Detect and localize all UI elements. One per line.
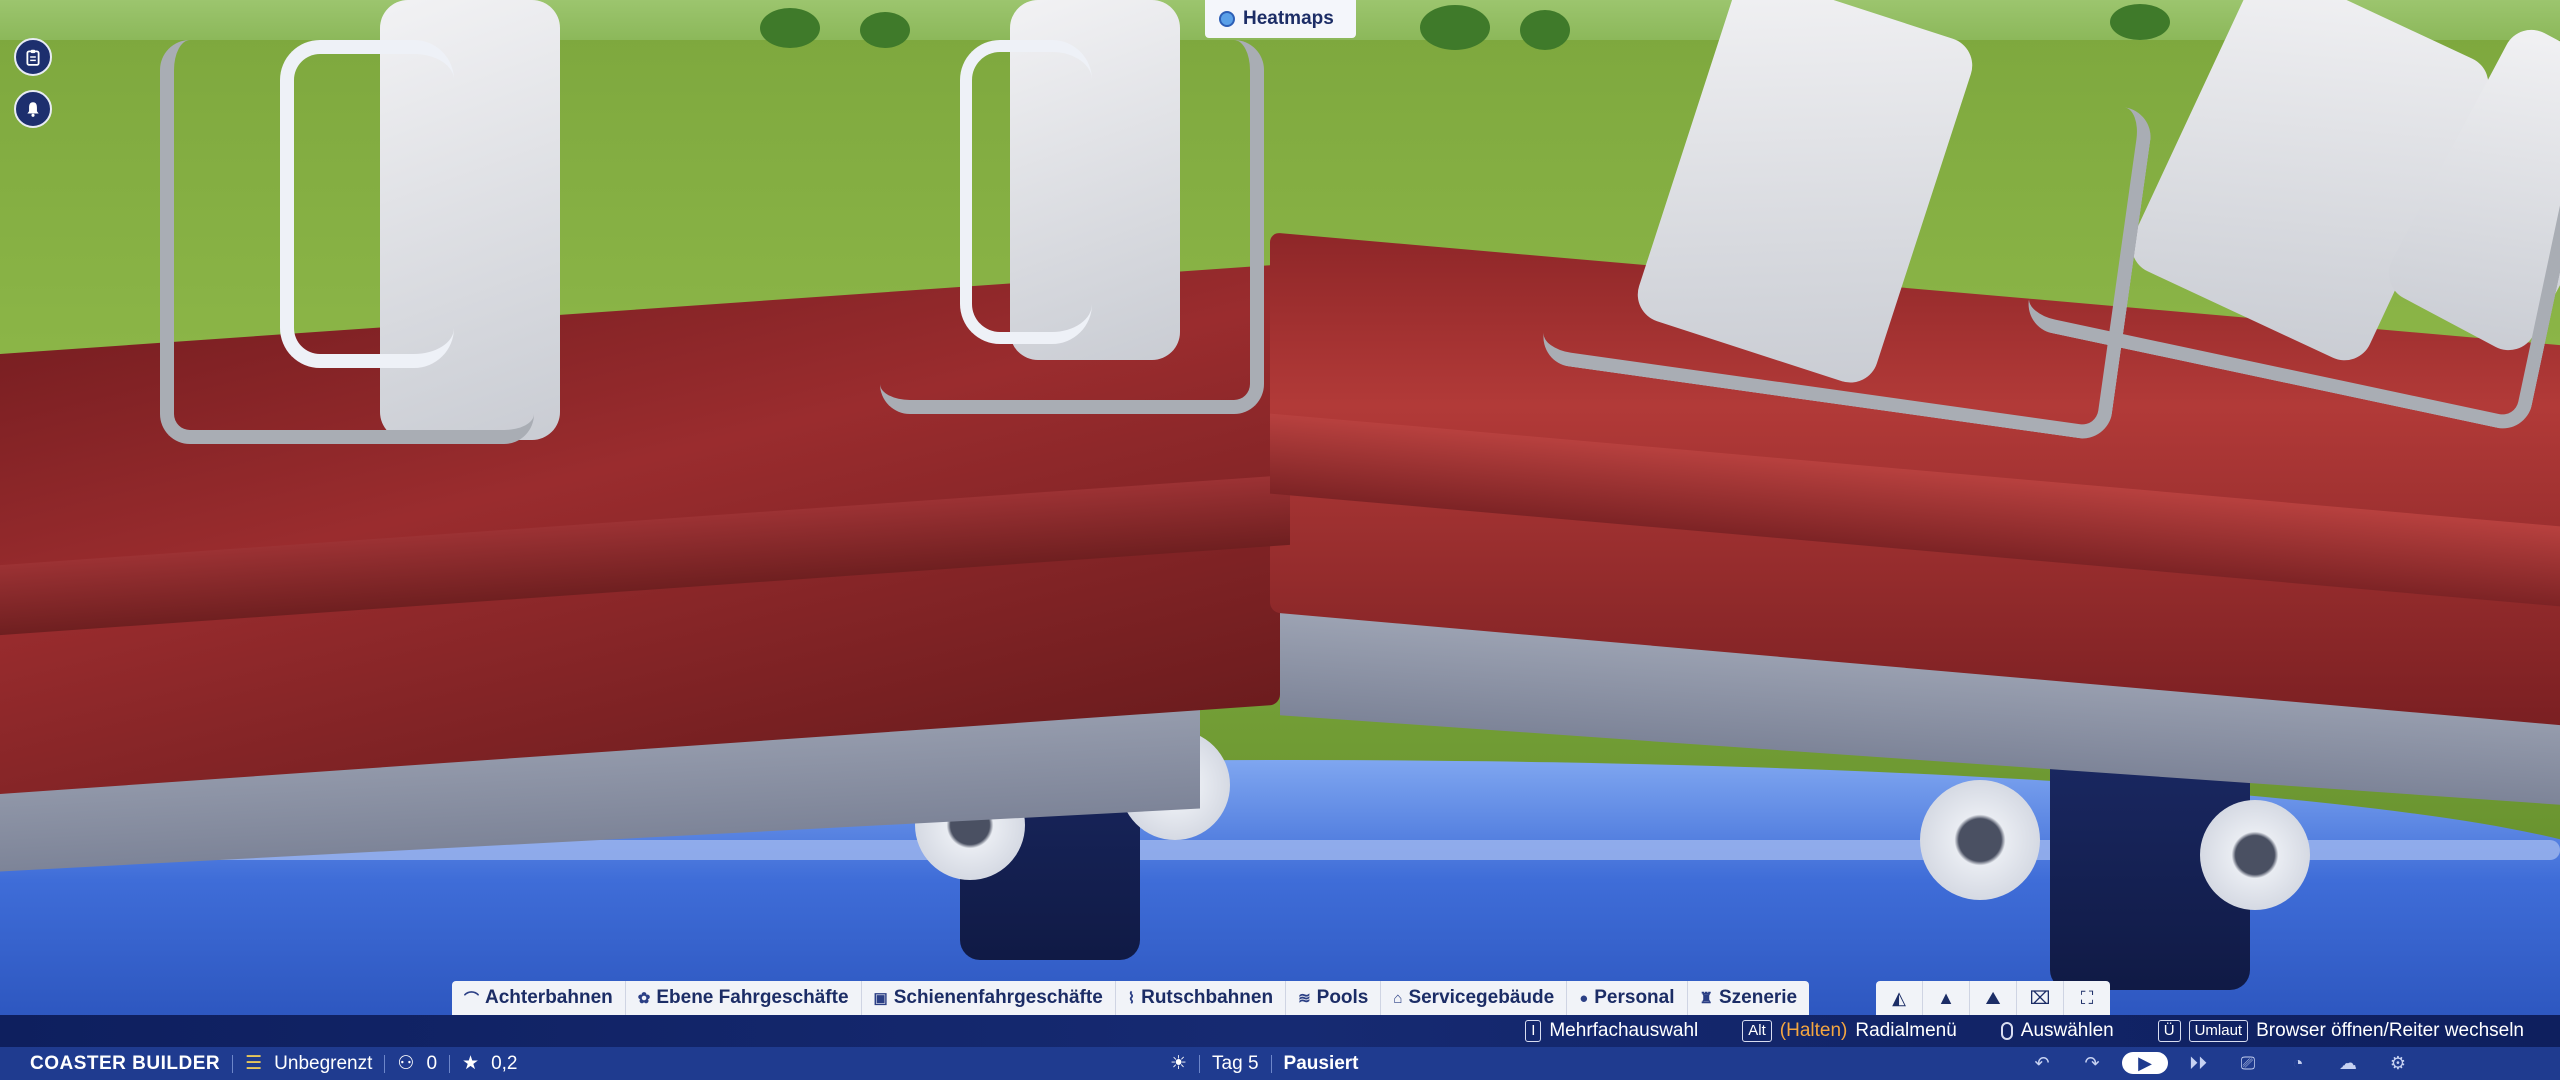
hint-select: Auswählen: [2020, 1020, 2114, 1041]
pause-status: Pausiert: [1283, 1052, 1359, 1074]
track-ride-icon: ▣: [873, 990, 888, 1007]
tab-personal[interactable]: ● Personal: [1567, 981, 1688, 1015]
hint-multi-select: Mehrfachauswahl: [1549, 1020, 1699, 1041]
paint-icon: ▲: [1937, 987, 1955, 1008]
hint-browser: Browser öffnen/Reiter wechseln: [2256, 1020, 2524, 1041]
fast-forward-icon: ⏵⏵: [2189, 1052, 2207, 1073]
tab-pools[interactable]: ≋ Pools: [1286, 981, 1382, 1015]
paint-button[interactable]: ▲: [1923, 981, 1970, 1015]
heatmaps-label: Heatmaps: [1243, 8, 1334, 29]
undo-icon: ↶: [2034, 1052, 2050, 1073]
wheel: [1920, 780, 2040, 900]
slide-icon: ⌇: [1127, 990, 1136, 1007]
clipboard-icon: [26, 49, 40, 66]
tab-ebene-fahrgeschaefte[interactable]: ✿ Ebene Fahrgeschäfte: [626, 981, 862, 1015]
coaster-icon: ⌒: [464, 990, 480, 1008]
park-overview-button[interactable]: [14, 38, 52, 76]
tab-label: Personal: [1594, 987, 1675, 1008]
weather-button[interactable]: ☁: [2328, 1050, 2368, 1076]
game-viewport[interactable]: [0, 0, 2560, 1080]
control-hints: I Mehrfachauswahl Alt (Halten) Radialmen…: [1525, 1015, 2524, 1047]
guests-icon: ⚇: [397, 1053, 415, 1074]
hint-hold: (Halten): [1779, 1020, 1848, 1041]
photo-mode-button[interactable]: ◔: [2278, 1050, 2318, 1076]
key-umlaut: Umlaut: [2188, 1020, 2249, 1042]
guest-count[interactable]: 0: [426, 1053, 437, 1075]
tab-label: Schienenfahrgeschäfte: [893, 987, 1103, 1008]
lap-bar: [160, 40, 534, 444]
budget-value[interactable]: Unbegrenzt: [274, 1053, 372, 1075]
tab-label: Szenerie: [1718, 987, 1798, 1008]
tab-label: Rutschbahnen: [1141, 987, 1274, 1008]
coins-icon: ☰: [245, 1053, 263, 1074]
wheel: [2200, 800, 2310, 910]
sun-icon: ☀: [1170, 1053, 1188, 1074]
pool-icon: ≋: [1298, 990, 1311, 1007]
notifications-button[interactable]: [14, 90, 52, 128]
undo-button[interactable]: ↶: [2022, 1050, 2062, 1076]
tool-bar: ◭ ▲ ⛰ ⌧ ⛶: [1876, 981, 2110, 1015]
play-icon: ▶: [2138, 1052, 2152, 1073]
key-ue: Ü: [2157, 1020, 2181, 1042]
control-hints-bar: I Mehrfachauswahl Alt (Halten) Radialmen…: [0, 1015, 2560, 1047]
heatmaps-button[interactable]: Heatmaps: [1205, 0, 1356, 38]
shop-icon: ⌂: [1393, 989, 1403, 1007]
day-counter: Tag 5: [1212, 1052, 1259, 1074]
redo-icon: ↷: [2084, 1052, 2100, 1073]
fullscreen-button[interactable]: ⛶: [2064, 981, 2110, 1015]
hint-radial-menu: Radialmenü: [1855, 1020, 1957, 1041]
camera-icon: ⎚: [2240, 1052, 2256, 1073]
build-category-bar: ⌒ Achterbahnen ✿ Ebene Fahrgeschäfte ▣ S…: [452, 981, 1810, 1015]
scenery-icon: ♜: [1699, 990, 1713, 1007]
blueprint-button[interactable]: ⌧: [2017, 981, 2064, 1015]
terrain-icon: ◭: [1892, 987, 1906, 1008]
settings-button[interactable]: ⚙: [2378, 1050, 2418, 1076]
circle-icon: [1219, 11, 1235, 27]
tab-achterbahnen[interactable]: ⌒ Achterbahnen: [452, 981, 626, 1015]
weather-icon: ☁: [2339, 1052, 2357, 1073]
mountain-button[interactable]: ⛰: [1970, 981, 2017, 1015]
photo-mode-icon: ◔: [2292, 1052, 2304, 1073]
tree: [1520, 10, 1570, 50]
tab-label: Servicegebäude: [1408, 987, 1555, 1008]
key-i: I: [1525, 1020, 1542, 1042]
tab-label: Achterbahnen: [485, 987, 613, 1008]
tree: [760, 8, 820, 48]
fullscreen-icon: ⛶: [2080, 987, 2094, 1008]
redo-button[interactable]: ↷: [2072, 1050, 2112, 1076]
staff-icon: ●: [1579, 989, 1589, 1007]
game-controls: ↶ ↷ ▶ ⏵⏵ ⎚ ◔ ☁ ⚙: [2022, 1048, 2418, 1078]
tab-schienenfahrgeschaefte[interactable]: ▣ Schienenfahrgeschäfte: [862, 981, 1116, 1015]
blueprint-icon: ⌧: [2029, 987, 2051, 1008]
settings-icon: ⚙: [2389, 1052, 2407, 1073]
mode-title: COASTER BUILDER: [30, 1052, 221, 1074]
tab-rutschbahnen[interactable]: ⌇ Rutschbahnen: [1116, 981, 1287, 1015]
star-icon: ★: [462, 1053, 480, 1074]
tab-label: Pools: [1316, 987, 1369, 1008]
tab-label: Ebene Fahrgeschäfte: [656, 987, 849, 1008]
terrain-button[interactable]: ◭: [1876, 981, 1923, 1015]
flat-ride-icon: ✿: [637, 990, 651, 1007]
tree: [1420, 5, 1490, 50]
fast-forward-button[interactable]: ⏵⏵: [2178, 1050, 2218, 1076]
bell-icon: [27, 102, 39, 117]
lap-bar: [880, 40, 1264, 414]
park-rating[interactable]: 0,2: [491, 1053, 517, 1075]
tab-szenerie[interactable]: ♜ Szenerie: [1688, 981, 1810, 1015]
play-button[interactable]: ▶: [2122, 1052, 2168, 1074]
camera-button[interactable]: ⎚: [2228, 1050, 2268, 1076]
mouse-icon: [2000, 1022, 2013, 1040]
tab-servicegebaeude[interactable]: ⌂ Servicegebäude: [1381, 981, 1568, 1015]
mountain-icon: ⛰: [1985, 987, 2001, 1008]
key-alt: Alt: [1742, 1020, 1772, 1042]
